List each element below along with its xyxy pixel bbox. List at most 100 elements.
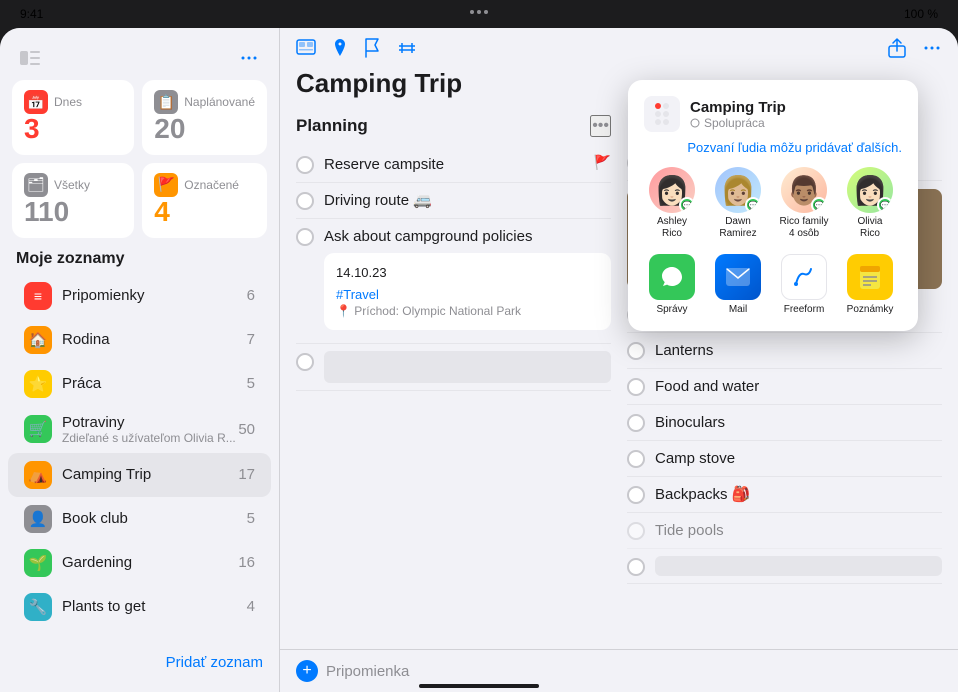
- check-policies[interactable]: [296, 228, 314, 246]
- bookclub-name: Book club: [62, 510, 247, 527]
- praca-count: 5: [247, 375, 255, 392]
- planning-item-empty[interactable]: [296, 344, 611, 391]
- share-collab-label: Spolupráca: [690, 116, 786, 130]
- location-icon-button[interactable]: [332, 38, 348, 58]
- potraviny-count: 50: [238, 421, 255, 438]
- rodina-count: 7: [247, 331, 255, 348]
- packing-item-food[interactable]: Food and water: [627, 369, 942, 405]
- share-icon-button[interactable]: [888, 38, 906, 58]
- stat-planned[interactable]: 📋 Naplánované 20: [142, 80, 267, 155]
- packing-item-campstove[interactable]: Camp stove: [627, 441, 942, 477]
- check-reserve[interactable]: [296, 156, 314, 174]
- sidebar-toggle-button[interactable]: [16, 44, 44, 72]
- praca-icon: ⭐: [24, 370, 52, 398]
- gardening-icon: 🌱: [24, 549, 52, 577]
- list-item-gardening[interactable]: 🌱 Gardening 16: [8, 541, 271, 585]
- policies-note-card: 14.10.23 #Travel 📍 Príchod: Olympic Nati…: [324, 253, 611, 330]
- plants-icon: 🔧: [24, 593, 52, 621]
- share-invite-text[interactable]: Pozvaní ľudia môžu pridávať ďalších.: [644, 140, 902, 155]
- lanterns-text: Lanterns: [655, 340, 713, 361]
- packing-item-backpacks[interactable]: Backpacks 🎒: [627, 477, 942, 513]
- list-item[interactable]: ⭐ Práca 5: [8, 362, 271, 406]
- app-notes[interactable]: Poznámky: [842, 254, 898, 315]
- share-header: Camping Trip Spolupráca: [644, 96, 902, 132]
- messages-icon: [649, 254, 695, 300]
- planning-item-driving[interactable]: Driving route 🚐: [296, 183, 611, 219]
- add-reminder-icon: +: [296, 660, 318, 682]
- check-backpacks[interactable]: [627, 486, 645, 504]
- reminders-name: Pripomienky: [62, 287, 247, 304]
- stat-flagged[interactable]: 🚩 Označené 4: [142, 163, 267, 238]
- planning-more-button[interactable]: •••: [590, 115, 611, 137]
- more-icon-button[interactable]: [922, 38, 942, 58]
- share-list-icon: [644, 96, 680, 132]
- driving-text: Driving route 🚐: [324, 190, 432, 211]
- packing-item-add[interactable]: [627, 549, 942, 584]
- all-count: 110: [24, 197, 122, 228]
- toolbar-left-icons: [296, 38, 416, 58]
- check-lanterns[interactable]: [627, 342, 645, 360]
- top-dots: [470, 10, 488, 14]
- check-empty[interactable]: [296, 353, 314, 371]
- freeform-label: Freeform: [784, 304, 825, 315]
- flagged-label: Označené: [184, 178, 239, 192]
- app-freeform[interactable]: Freeform: [776, 254, 832, 315]
- hashtag-icon-button[interactable]: [398, 39, 416, 57]
- check-tidepools[interactable]: [627, 522, 645, 540]
- planned-label: Naplánované: [184, 95, 255, 109]
- messages-label: Správy: [656, 304, 687, 315]
- gallery-icon-button[interactable]: [296, 39, 316, 57]
- planning-item-reserve[interactable]: Reserve campsite 🚩: [296, 147, 611, 183]
- list-item-plants[interactable]: 🔧 Plants to get 4: [8, 585, 271, 629]
- list-item[interactable]: 🛒 Potraviny Zdieľané s užívateľom Olivia…: [8, 406, 271, 453]
- check-campstove[interactable]: [627, 450, 645, 468]
- list-item-bookclub[interactable]: 👤 Book club 5: [8, 497, 271, 541]
- avatar-olivia[interactable]: 👩🏻 💬 OliviaRico: [842, 167, 898, 240]
- packing-item-lanterns[interactable]: Lanterns: [627, 333, 942, 369]
- note-location: 📍 Príchod: Olympic National Park: [336, 302, 599, 320]
- avatar-dawn[interactable]: 👩🏼 💬 DawnRamirez: [710, 167, 766, 240]
- list-item[interactable]: ≡ Pripomienky 6: [8, 274, 271, 318]
- avatar-ashley[interactable]: 👩🏻 💬 AshleyRico: [644, 167, 700, 240]
- camping-count: 17: [238, 466, 255, 483]
- avatar-rico-family[interactable]: 👨🏽 💬 Rico family4 osôb: [776, 167, 832, 240]
- flagged-icon: 🚩: [154, 173, 178, 197]
- planned-count: 20: [154, 114, 255, 145]
- check-driving[interactable]: [296, 192, 314, 210]
- share-list-title: Camping Trip: [690, 99, 786, 116]
- stat-all[interactable]: 🗂 Všetky 110: [12, 163, 134, 238]
- add-list-button[interactable]: Pridať zoznam: [166, 654, 263, 671]
- my-lists-heading: Moje zoznamy: [0, 250, 279, 274]
- potraviny-icon: 🛒: [24, 415, 52, 443]
- apps-row: Správy Mail Freeform: [644, 254, 902, 315]
- list-item[interactable]: 🏠 Rodina 7: [8, 318, 271, 362]
- check-add[interactable]: [627, 558, 645, 576]
- home-indicator: [419, 684, 539, 688]
- sidebar-more-button[interactable]: [235, 44, 263, 72]
- potraviny-sub: Zdieľané s užívateľom Olivia R...: [62, 431, 238, 445]
- packing-item-binoculars[interactable]: Binoculars: [627, 405, 942, 441]
- campstove-text: Camp stove: [655, 448, 735, 469]
- list-item-camping[interactable]: ⛺ Camping Trip 17: [8, 453, 271, 497]
- app-mail[interactable]: Mail: [710, 254, 766, 315]
- notes-icon: [847, 254, 893, 300]
- add-reminder-bar[interactable]: + Pripomienka: [280, 649, 958, 692]
- app-messages[interactable]: Správy: [644, 254, 700, 315]
- sidebar: 📅 Dnes 3 📋 Naplánované 20 🗂 Všetky 110: [0, 28, 280, 692]
- planning-item-policies[interactable]: Ask about campground policies 14.10.23 #…: [296, 219, 611, 344]
- share-title-block: Camping Trip Spolupráca: [690, 99, 786, 130]
- note-date: 14.10.23: [336, 263, 599, 283]
- avatar-ashley-name: AshleyRico: [657, 216, 687, 240]
- reserve-flag: 🚩: [594, 154, 611, 171]
- toolbar-right-icons: [888, 38, 942, 58]
- today-icon: 📅: [24, 90, 48, 114]
- check-food[interactable]: [627, 378, 645, 396]
- avatar-dawn-name: DawnRamirez: [719, 216, 756, 240]
- stat-today[interactable]: 📅 Dnes 3: [12, 80, 134, 155]
- reminders-icon: ≡: [24, 282, 52, 310]
- check-binoculars[interactable]: [627, 414, 645, 432]
- flag-icon-button[interactable]: [364, 38, 382, 58]
- packing-item-tidepools[interactable]: Tide pools: [627, 513, 942, 549]
- status-battery: 100 %: [904, 7, 938, 21]
- camping-name: Camping Trip: [62, 466, 238, 483]
